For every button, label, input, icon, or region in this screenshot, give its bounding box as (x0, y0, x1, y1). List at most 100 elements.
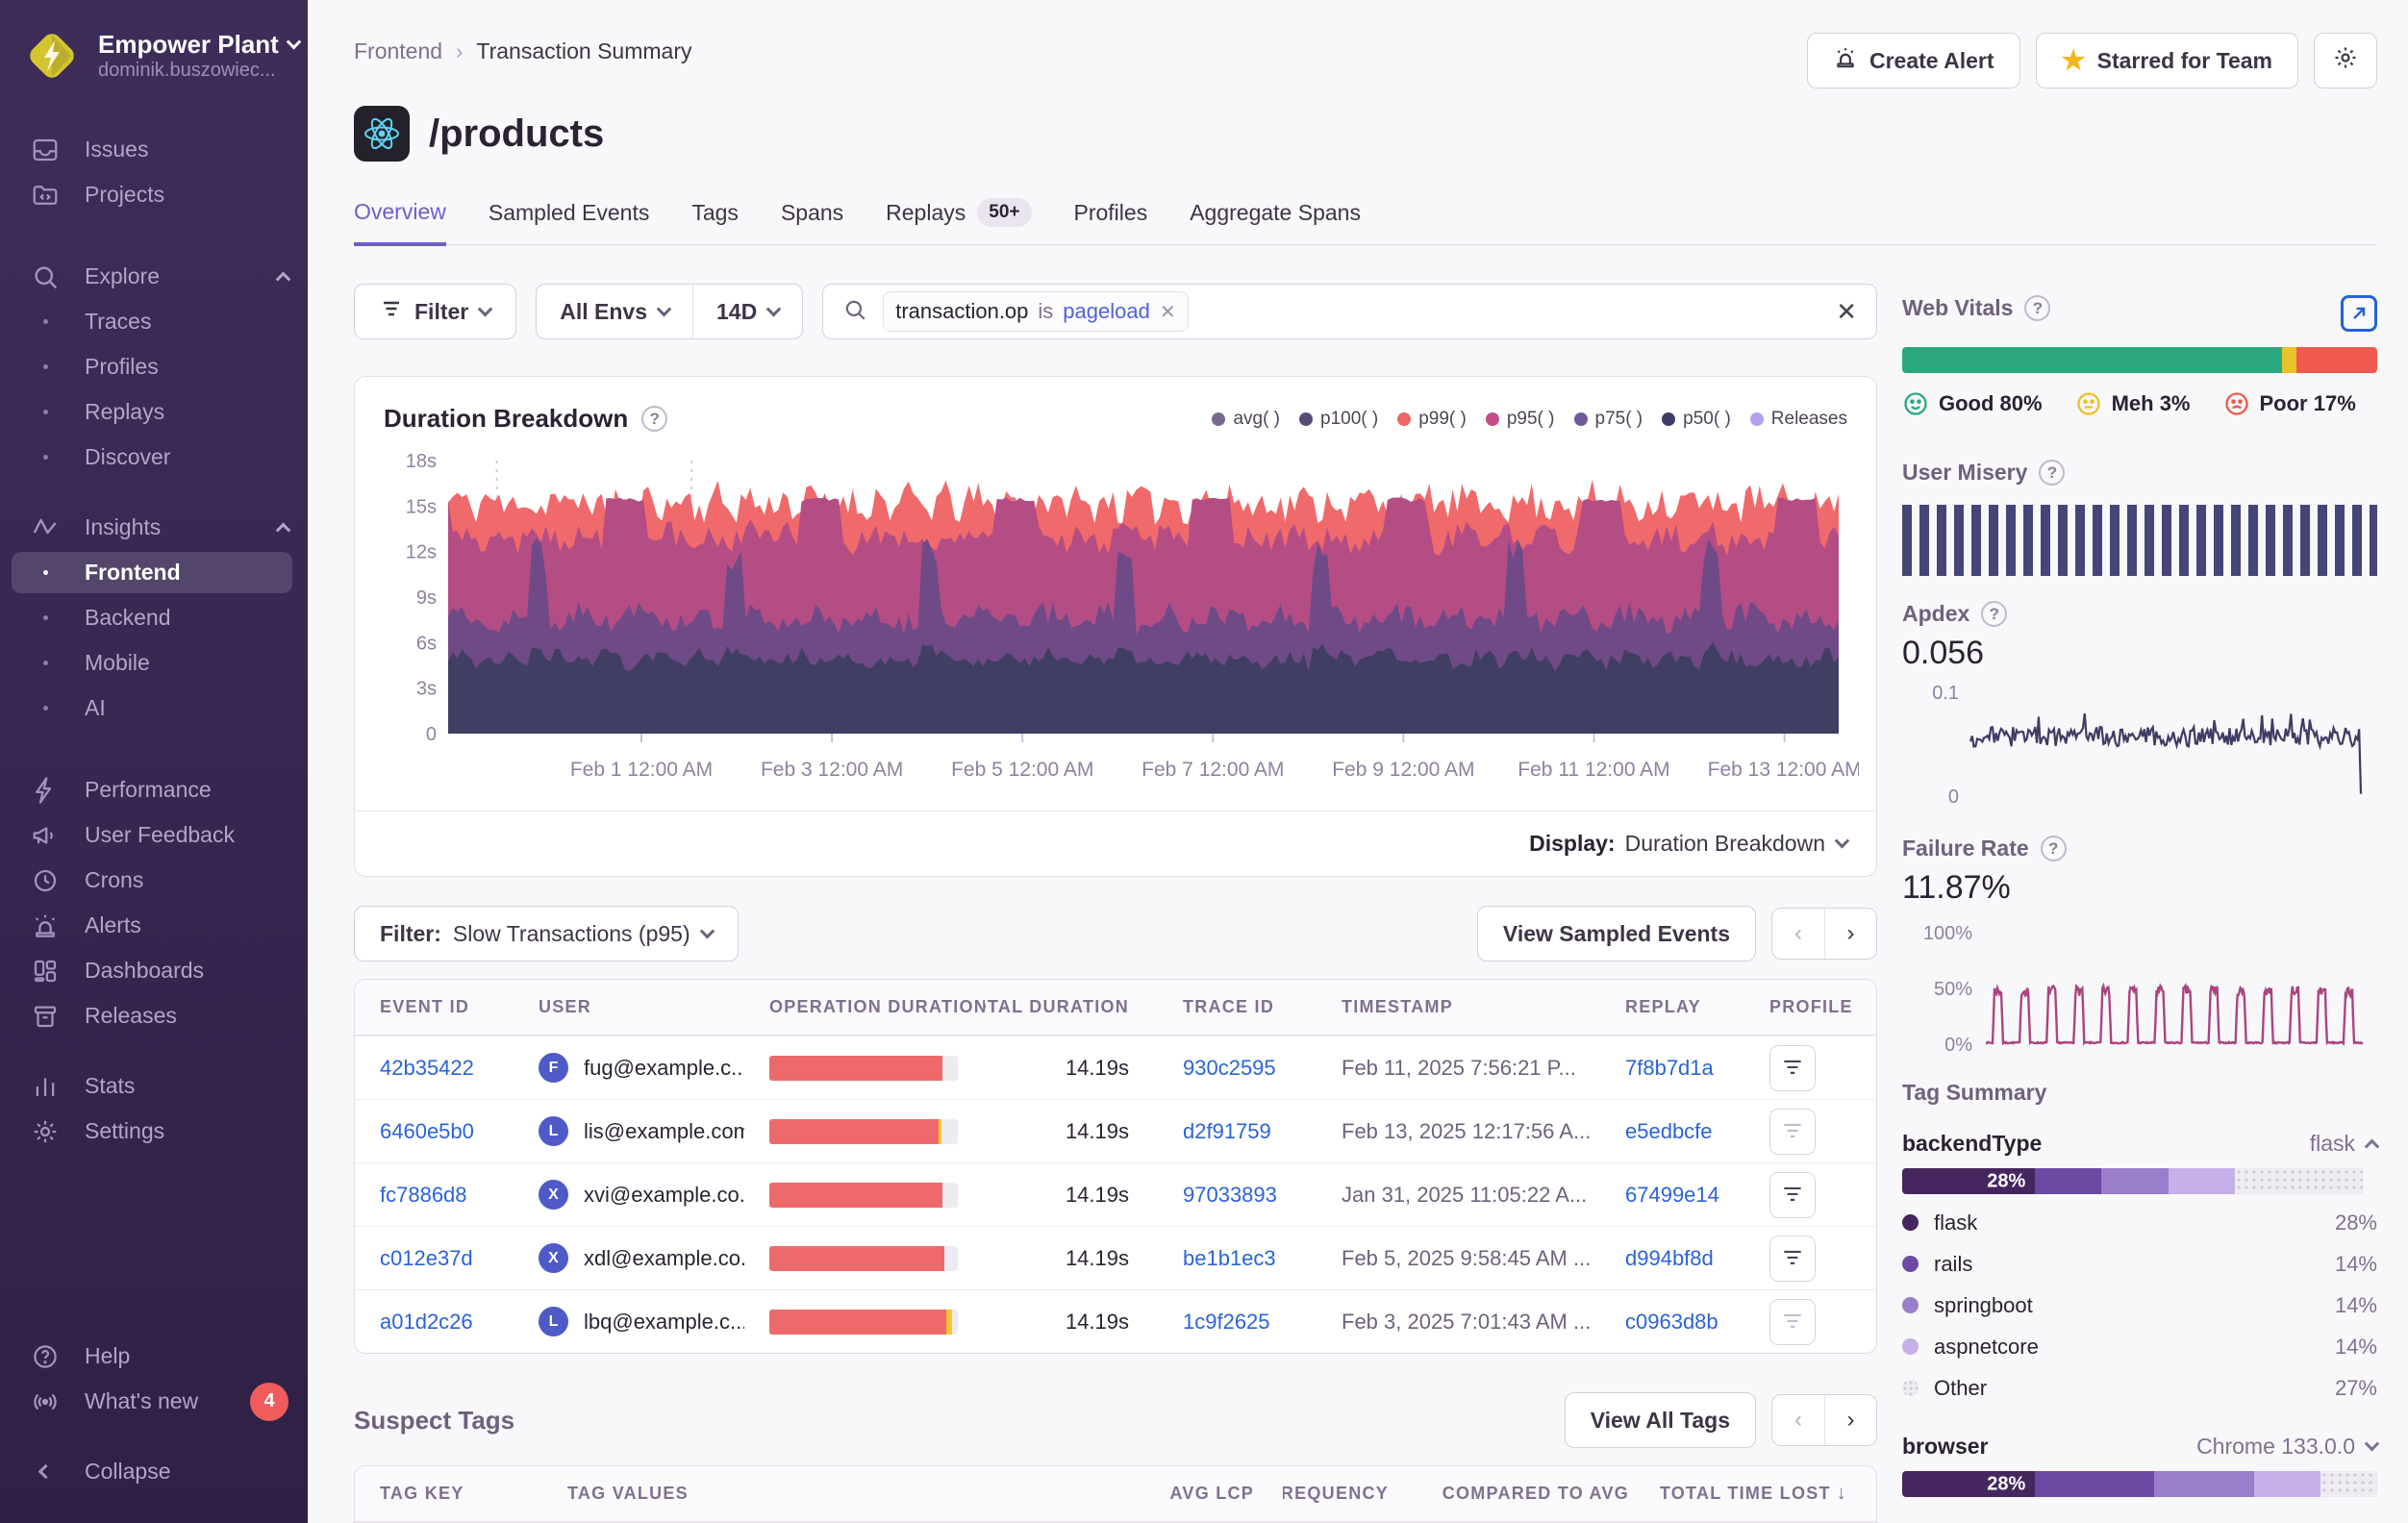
replay-link[interactable]: e5edbcfe (1625, 1119, 1713, 1144)
sidebar-item-traces[interactable]: Traces (0, 299, 308, 344)
display-selector[interactable]: Duration Breakdown (1625, 831, 1847, 857)
legend-p95[interactable]: p95( ) (1486, 409, 1555, 430)
legend-releases[interactable]: Releases (1750, 409, 1847, 430)
help-icon[interactable]: ? (2024, 295, 2050, 321)
tab-sampled-events[interactable]: Sampled Events (489, 198, 649, 244)
sidebar-item-settings[interactable]: Settings (0, 1109, 308, 1154)
profile-button[interactable] (1769, 1045, 1816, 1091)
tag-value-selector[interactable]: flask (2310, 1131, 2377, 1157)
next-page-button[interactable]: › (1824, 1395, 1876, 1445)
tab-aggregate-spans[interactable]: Aggregate Spans (1190, 198, 1361, 244)
table-row: 6460e5b0 Llis@example.com 14.19s d2f9175… (355, 1099, 1876, 1162)
search-clear-icon[interactable]: ✕ (1836, 297, 1857, 327)
replay-link[interactable]: c0963d8b (1625, 1310, 1718, 1335)
legend-p100[interactable]: p100( ) (1299, 409, 1378, 430)
profile-button[interactable] (1769, 1172, 1816, 1218)
starred-for-team-button[interactable]: ★ Starred for Team (2036, 33, 2298, 88)
sidebar-item-crons[interactable]: Crons (0, 858, 308, 903)
filter-button[interactable]: Filter (354, 284, 516, 339)
sidebar-item-discover[interactable]: Discover (0, 435, 308, 480)
profile-button[interactable] (1769, 1236, 1816, 1282)
profile-button[interactable] (1769, 1299, 1816, 1345)
tag-value-selector[interactable]: Chrome 133.0.0 (2196, 1434, 2377, 1460)
trace-id-link[interactable]: be1b1ec3 (1183, 1246, 1276, 1271)
legend-p99[interactable]: p99( ) (1397, 409, 1467, 430)
create-alert-button[interactable]: Create Alert (1807, 33, 2020, 88)
sidebar-item-mobile[interactable]: Mobile (0, 640, 308, 686)
event-id-link[interactable]: 42b35422 (380, 1056, 474, 1081)
tab-spans[interactable]: Spans (781, 198, 843, 244)
whats-new-badge: 4 (250, 1383, 288, 1421)
settings-button[interactable] (2314, 33, 2377, 88)
tag-distribution-bar[interactable]: 28% (1902, 1471, 2377, 1497)
org-switcher[interactable]: Empower Plant dominik.buszowiec... (0, 25, 308, 94)
tab-replays[interactable]: Replays50+ (886, 198, 1031, 244)
token-remove-icon[interactable]: ✕ (1160, 300, 1176, 324)
event-id-link[interactable]: fc7886d8 (380, 1183, 467, 1208)
next-page-button[interactable]: › (1824, 909, 1876, 959)
sidebar-item-stats[interactable]: Stats (0, 1063, 308, 1109)
duration-breakdown-chart[interactable]: 18s15s12s9s6s3s0Feb 1 12:00 AMFeb 3 12:0… (355, 439, 1876, 803)
trace-id-link[interactable]: 1c9f2625 (1183, 1310, 1270, 1335)
tab-tags[interactable]: Tags (691, 198, 739, 244)
transactions-filter-dropdown[interactable]: Filter: Slow Transactions (p95) (354, 906, 739, 961)
replay-link[interactable]: 67499e14 (1625, 1183, 1719, 1208)
help-icon[interactable]: ? (2039, 460, 2065, 486)
prev-page-button[interactable]: ‹ (1772, 909, 1824, 959)
sidebar-item-performance[interactable]: Performance (0, 767, 308, 812)
view-sampled-events-button[interactable]: View Sampled Events (1477, 906, 1756, 961)
sidebar-item-replays[interactable]: Replays (0, 389, 308, 435)
breadcrumb-frontend[interactable]: Frontend (354, 38, 442, 64)
event-id-link[interactable]: c012e37d (380, 1246, 473, 1271)
search-token[interactable]: transaction.op is pageload ✕ (883, 291, 1188, 332)
prev-page-button[interactable]: ‹ (1772, 1395, 1824, 1445)
projects-icon (29, 179, 62, 212)
tab-profiles[interactable]: Profiles (1074, 198, 1148, 244)
sidebar-item-backend[interactable]: Backend (0, 595, 308, 640)
legend-p75[interactable]: p75( ) (1574, 409, 1643, 430)
suspect-tags-title: Suspect Tags (354, 1406, 514, 1436)
sidebar-item-projects[interactable]: Projects (0, 172, 308, 217)
svg-text:Feb 13 12:00 AM: Feb 13 12:00 AM (1708, 759, 1859, 781)
sidebar-group-explore[interactable]: Explore (0, 254, 308, 299)
sidebar-item-alerts[interactable]: Alerts (0, 903, 308, 948)
view-all-tags-button[interactable]: View All Tags (1565, 1392, 1756, 1448)
sidebar-item-ai[interactable]: AI (0, 686, 308, 731)
sidebar-item-collapse[interactable]: Collapse (0, 1449, 308, 1494)
help-icon[interactable]: ? (641, 406, 667, 432)
event-id-link[interactable]: a01d2c26 (380, 1310, 473, 1335)
chart-legend: avg( ) p100( ) p99( ) p95( ) p75( ) p50(… (1212, 409, 1847, 430)
trace-id-link[interactable]: 930c2595 (1183, 1056, 1276, 1081)
replay-link[interactable]: 7f8b7d1a (1625, 1056, 1714, 1081)
legend-avg[interactable]: avg( ) (1212, 409, 1280, 430)
search-input[interactable]: transaction.op is pageload ✕ ✕ (822, 284, 1877, 339)
sidebar-item-releases[interactable]: Releases (0, 993, 308, 1038)
sidebar-item-profiles[interactable]: Profiles (0, 344, 308, 389)
environment-selector[interactable]: All Envs (537, 285, 692, 338)
sidebar-item-issues[interactable]: Issues (0, 127, 308, 172)
sidebar-group-insights[interactable]: Insights (0, 505, 308, 550)
gear-icon (29, 1115, 62, 1148)
sidebar-item-whats-new[interactable]: What's new 4 (0, 1379, 308, 1424)
web-vitals-poor: Poor 17% (2223, 390, 2356, 417)
trace-id-link[interactable]: d2f91759 (1183, 1119, 1271, 1144)
sidebar-item-user-feedback[interactable]: User Feedback (0, 812, 308, 858)
avatar: F (539, 1053, 568, 1083)
legend-p50[interactable]: p50( ) (1662, 409, 1731, 430)
tab-overview[interactable]: Overview (354, 198, 446, 246)
archive-icon (29, 1000, 62, 1033)
sidebar-item-frontend[interactable]: Frontend (0, 550, 308, 595)
trace-id-link[interactable]: 97033893 (1183, 1183, 1277, 1208)
event-id-link[interactable]: 6460e5b0 (380, 1119, 474, 1144)
help-icon[interactable]: ? (2041, 836, 2067, 861)
sort-desc-icon[interactable]: ↓ (1837, 1483, 1847, 1505)
sidebar-item-dashboards[interactable]: Dashboards (0, 948, 308, 993)
open-web-vitals-icon[interactable] (2341, 295, 2377, 332)
tag-distribution-bar[interactable]: 28% (1902, 1168, 2377, 1194)
org-subtitle: dominik.buszowiec... (98, 60, 276, 81)
date-range-selector[interactable]: 14D (692, 285, 802, 338)
replay-link[interactable]: d994bf8d (1625, 1246, 1714, 1271)
profile-button[interactable] (1769, 1109, 1816, 1155)
help-icon[interactable]: ? (1981, 601, 2007, 627)
sidebar-item-help[interactable]: Help (0, 1334, 308, 1379)
